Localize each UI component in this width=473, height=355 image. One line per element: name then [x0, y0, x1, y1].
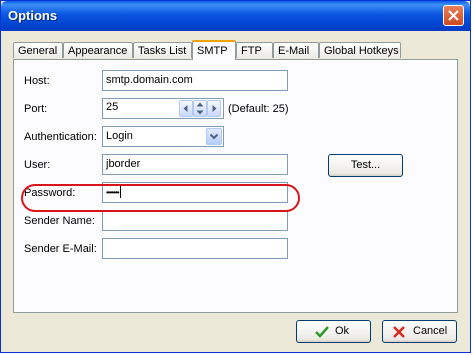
arrow-updown-icon [196, 102, 204, 115]
password-highlight-annotation [21, 184, 300, 212]
sender-email-label: Sender E-Mail: [24, 243, 97, 255]
user-label: User: [24, 159, 51, 171]
tab-appearance[interactable]: Appearance [63, 42, 133, 58]
tab-tasks-list[interactable]: Tasks List [133, 42, 192, 58]
host-label: Host: [24, 75, 50, 87]
port-label: Port: [24, 103, 48, 115]
ok-button[interactable]: Ok [296, 320, 371, 343]
authentication-select[interactable]: Login [102, 126, 224, 147]
port-value: 25 [106, 101, 119, 113]
port-updown-button[interactable] [193, 100, 207, 117]
sender-email-input[interactable] [102, 238, 288, 259]
title-bar[interactable]: Options [1, 1, 470, 31]
tab-general[interactable]: General [13, 42, 63, 58]
tab-ftp[interactable]: FTP [236, 42, 273, 58]
close-button[interactable] [443, 5, 464, 26]
cancel-label: Cancel [413, 325, 448, 337]
arrow-left-icon [183, 105, 188, 112]
user-input[interactable]: jborder [102, 154, 288, 175]
tab-global-hotkeys[interactable]: Global Hotkeys [319, 42, 401, 58]
arrow-right-icon [212, 105, 217, 112]
cancel-x-icon [393, 326, 405, 338]
dropdown-button[interactable] [206, 128, 222, 145]
sender-name-input[interactable] [102, 210, 288, 231]
tab-smtp[interactable]: SMTP [192, 40, 236, 60]
port-increment-button[interactable] [207, 100, 221, 117]
test-button[interactable]: Test... [328, 154, 403, 177]
ok-label: Ok [335, 325, 350, 337]
port-decrement-button[interactable] [179, 100, 193, 117]
dialog-body: General Appearance Tasks List SMTP FTP E… [4, 31, 467, 351]
checkmark-icon [315, 326, 329, 338]
authentication-label: Authentication: [24, 131, 97, 143]
host-input[interactable]: smtp.domain.com [102, 70, 288, 91]
options-dialog: Options General Appearance Tasks List SM… [0, 0, 471, 353]
cancel-button[interactable]: Cancel [382, 320, 457, 343]
tab-email[interactable]: E-Mail [273, 42, 319, 58]
authentication-value: Login [106, 130, 133, 142]
port-spinner[interactable]: 25 [102, 98, 224, 119]
window-title: Options [8, 8, 58, 23]
sender-name-label: Sender Name: [24, 215, 95, 227]
port-default-text: (Default: 25) [228, 103, 289, 115]
close-icon [448, 10, 459, 21]
chevron-down-icon [209, 133, 219, 140]
